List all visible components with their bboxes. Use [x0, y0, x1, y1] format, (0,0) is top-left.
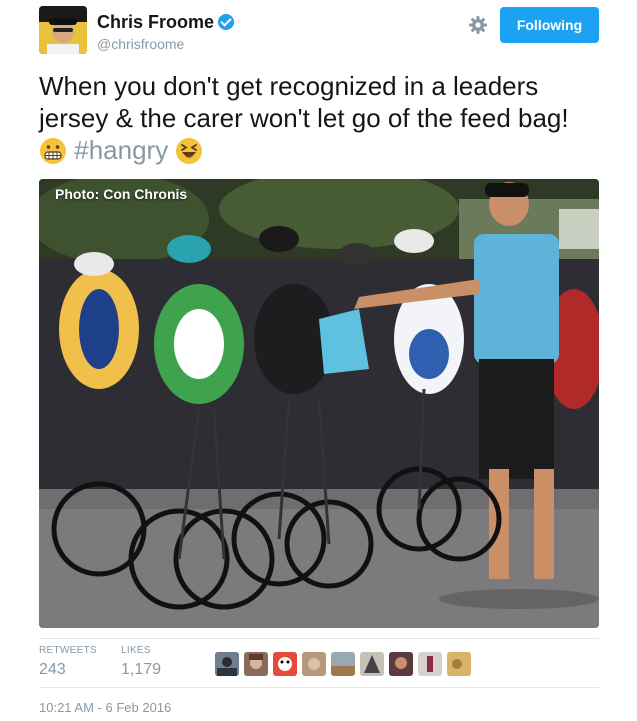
liker-avatar[interactable]: [447, 652, 471, 676]
tweet-timestamp[interactable]: 10:21 AM - 6 Feb 2016: [39, 700, 171, 715]
retweets-label: RETWEETS: [39, 645, 97, 656]
tweet-text: When you don't get recognized in a leade…: [39, 70, 599, 166]
stats-divider-top: [39, 638, 599, 639]
likes-label: LIKES: [121, 645, 151, 656]
photo-credit: Photo: Con Chronis: [55, 186, 188, 202]
user-handle[interactable]: @chrisfroome: [97, 36, 184, 52]
gear-icon[interactable]: [467, 14, 489, 36]
liker-avatar[interactable]: [273, 652, 297, 676]
liker-avatar[interactable]: [331, 652, 355, 676]
liker-avatar[interactable]: [302, 652, 326, 676]
user-name-text[interactable]: Chris Froome: [97, 12, 214, 32]
tweet-photo[interactable]: Photo: Con Chronis: [39, 179, 599, 628]
tweet-header: Chris Froome @chrisfroome Following: [39, 6, 599, 56]
grimacing-face-icon: [39, 137, 67, 165]
liker-avatar[interactable]: [418, 652, 442, 676]
retweets-stat[interactable]: RETWEETS 243: [39, 645, 97, 679]
likes-stat[interactable]: LIKES 1,179: [121, 645, 161, 679]
following-button[interactable]: Following: [500, 7, 599, 43]
likes-count: 1,179: [121, 661, 162, 678]
liker-avatar[interactable]: [244, 652, 268, 676]
retweets-count: 243: [39, 661, 66, 678]
hashtag-link[interactable]: #hangry: [74, 135, 168, 165]
laughing-face-icon: [175, 137, 203, 165]
liker-avatar[interactable]: [360, 652, 384, 676]
stats-divider-bottom: [39, 687, 599, 688]
tweet-body: When you don't get recognized in a leade…: [39, 71, 569, 133]
liker-avatar[interactable]: [389, 652, 413, 676]
liker-avatars: [215, 652, 471, 676]
avatar[interactable]: [39, 6, 87, 54]
verified-badge-icon: [218, 14, 235, 30]
liker-avatar[interactable]: [215, 652, 239, 676]
cycling-peloton-photo: [39, 179, 599, 628]
user-name[interactable]: Chris Froome: [97, 12, 235, 33]
